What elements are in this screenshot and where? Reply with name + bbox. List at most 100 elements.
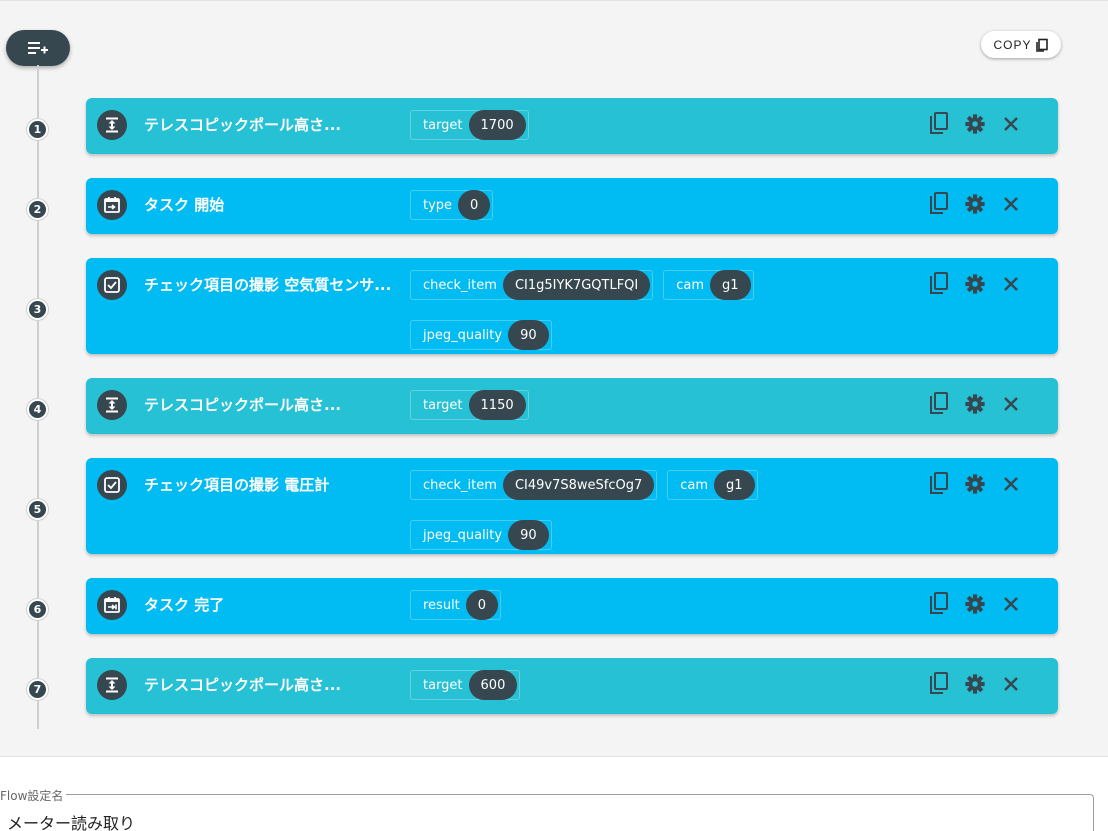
param-value: 1700 (468, 110, 526, 140)
flow-step-card[interactable]: タスク 完了 result 0 (86, 578, 1058, 634)
gear-icon (965, 594, 985, 614)
param-value: 90 (508, 520, 549, 550)
height-icon (97, 110, 127, 140)
param-jpeg-quality[interactable]: jpeg_quality 90 (410, 520, 552, 550)
gear-icon (965, 674, 985, 694)
param-value: 0 (465, 590, 499, 620)
step-settings-button[interactable] (963, 672, 987, 696)
step-actions (927, 472, 1023, 496)
duplicate-icon (930, 392, 948, 414)
step-actions (927, 592, 1023, 616)
param-value: g1 (714, 470, 755, 500)
duplicate-step-button[interactable] (927, 192, 951, 216)
gear-icon (965, 114, 985, 134)
step-number: 1 (27, 119, 48, 140)
gear-icon (965, 474, 985, 494)
param-value: CI49v7S8weSfcOg7 (502, 470, 655, 500)
step-settings-button[interactable] (963, 192, 987, 216)
step-settings-button[interactable] (963, 592, 987, 616)
height-icon (97, 670, 127, 700)
delete-step-button[interactable] (999, 472, 1023, 496)
duplicate-icon (930, 592, 948, 614)
close-icon (1004, 277, 1018, 291)
flow-step-card[interactable]: テレスコピックポール高さ... target 1150 (86, 378, 1058, 434)
param-result[interactable]: result 0 (410, 590, 502, 620)
step-params: target 1700 (410, 110, 930, 140)
flow-step-card[interactable]: タスク 開始 type 0 (86, 178, 1058, 234)
flow-step-card[interactable]: テレスコピックポール高さ... target 600 (86, 658, 1058, 714)
param-cam[interactable]: cam g1 (663, 270, 754, 300)
step-title: タスク 開始 (144, 196, 225, 214)
step-settings-button[interactable] (963, 392, 987, 416)
step-params: check_item CI49v7S8weSfcOg7 cam g1 jpeg_… (410, 470, 930, 550)
param-jpeg-quality[interactable]: jpeg_quality 90 (410, 320, 552, 350)
step-params: result 0 (410, 590, 930, 620)
timeline-line (37, 65, 39, 729)
duplicate-step-button[interactable] (927, 272, 951, 296)
gear-icon (965, 274, 985, 294)
param-target[interactable]: target 600 (410, 670, 521, 700)
step-params: target 600 (410, 670, 930, 700)
close-icon (1004, 597, 1018, 611)
step-title: テレスコピックポール高さ... (144, 116, 342, 134)
flow-step-card[interactable]: テレスコピックポール高さ... target 1700 (86, 98, 1058, 154)
step-number: 7 (27, 679, 48, 700)
param-key: check_item (423, 477, 497, 493)
step-params: target 1150 (410, 390, 930, 420)
param-key: check_item (423, 277, 497, 293)
duplicate-step-button[interactable] (927, 472, 951, 496)
param-type[interactable]: type 0 (410, 190, 494, 220)
step-title: チェック項目の撮影 空気質センサ... (144, 276, 392, 294)
param-value: g1 (710, 270, 751, 300)
duplicate-icon (930, 672, 948, 694)
copy-flow-button[interactable]: COPY (981, 31, 1061, 58)
param-target[interactable]: target 1700 (410, 110, 529, 140)
step-settings-button[interactable] (963, 272, 987, 296)
step-actions (927, 392, 1023, 416)
duplicate-step-button[interactable] (927, 392, 951, 416)
flow-step-card[interactable]: チェック項目の撮影 空気質センサ... check_item CI1g5IYK7… (86, 258, 1058, 354)
calendar-start-icon (97, 190, 127, 220)
step-actions (927, 672, 1023, 696)
step-params: check_item CI1g5IYK7GQTLFQI cam g1 jpeg_… (410, 270, 930, 350)
checkbox-icon (97, 270, 127, 300)
param-value: CI1g5IYK7GQTLFQI (502, 270, 651, 300)
step-settings-button[interactable] (963, 112, 987, 136)
close-icon (1004, 117, 1018, 131)
step-actions (927, 112, 1023, 136)
close-icon (1004, 477, 1018, 491)
duplicate-step-button[interactable] (927, 112, 951, 136)
param-cam[interactable]: cam g1 (667, 470, 758, 500)
param-key: target (423, 397, 463, 413)
step-actions (927, 272, 1023, 296)
delete-step-button[interactable] (999, 672, 1023, 696)
delete-step-button[interactable] (999, 112, 1023, 136)
copy-button-label: COPY (993, 37, 1032, 52)
delete-step-button[interactable] (999, 192, 1023, 216)
param-check-item[interactable]: check_item CI49v7S8weSfcOg7 (410, 470, 658, 500)
step-settings-button[interactable] (963, 472, 987, 496)
param-value: 90 (508, 320, 549, 350)
gear-icon (965, 394, 985, 414)
playlist-add-icon (28, 42, 48, 54)
param-target[interactable]: target 1150 (410, 390, 529, 420)
add-step-button[interactable] (6, 30, 70, 66)
param-key: cam (676, 277, 705, 293)
duplicate-step-button[interactable] (927, 592, 951, 616)
duplicate-icon (930, 472, 948, 494)
delete-step-button[interactable] (999, 592, 1023, 616)
delete-step-button[interactable] (999, 272, 1023, 296)
duplicate-step-button[interactable] (927, 672, 951, 696)
step-params: type 0 (410, 190, 930, 220)
flow-step-card[interactable]: チェック項目の撮影 電圧計 check_item CI49v7S8weSfcOg… (86, 458, 1058, 554)
step-number: 6 (27, 599, 48, 620)
gear-icon (965, 194, 985, 214)
flow-name-input[interactable] (7, 812, 707, 831)
param-check-item[interactable]: check_item CI1g5IYK7GQTLFQI (410, 270, 654, 300)
step-actions (927, 192, 1023, 216)
delete-step-button[interactable] (999, 392, 1023, 416)
param-key: target (423, 117, 463, 133)
step-title: タスク 完了 (144, 596, 225, 614)
step-title: チェック項目の撮影 電圧計 (144, 476, 330, 494)
param-key: cam (680, 477, 709, 493)
